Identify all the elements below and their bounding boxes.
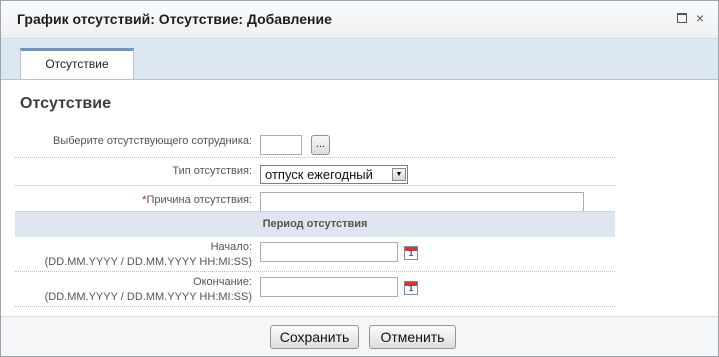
- maximize-icon[interactable]: [677, 13, 687, 23]
- employee-picker-button[interactable]: ...: [311, 135, 330, 155]
- close-icon[interactable]: ×: [695, 11, 705, 25]
- save-button[interactable]: Сохранить: [270, 325, 359, 349]
- dialog-window: График отсутствий: Отсутствие: Добавлени…: [0, 0, 719, 357]
- absence-type-selected: отпуск ежегодный: [265, 167, 373, 182]
- section-title: Отсутствие: [20, 95, 111, 112]
- end-date-input[interactable]: [260, 277, 398, 297]
- chevron-down-icon[interactable]: ▼: [392, 168, 406, 181]
- dialog-title: График отсутствий: Отсутствие: Добавлени…: [17, 11, 332, 27]
- reason-row: *Причина отсутствия:: [15, 186, 615, 212]
- calendar-icon[interactable]: 1: [404, 281, 418, 295]
- end-row: Окончание: (DD.MM.YYYY / DD.MM.YYYY HH:M…: [15, 272, 615, 307]
- calendar-icon[interactable]: 1: [404, 246, 418, 260]
- absence-type-row: Тип отсутствия: отпуск ежегодный ▼: [15, 158, 615, 186]
- start-row: Начало: (DD.MM.YYYY / DD.MM.YYYY HH:MI:S…: [15, 237, 615, 272]
- start-label: Начало: (DD.MM.YYYY / DD.MM.YYYY HH:MI:S…: [45, 240, 252, 270]
- employee-label: Выберите отсутствующего сотрудника:: [52, 135, 252, 147]
- end-label: Окончание: (DD.MM.YYYY / DD.MM.YYYY HH:M…: [45, 275, 252, 305]
- absence-type-label: Тип отсутствия:: [172, 165, 252, 177]
- tab-absence[interactable]: Отсутствие: [20, 48, 134, 79]
- period-header: Период отсутствия: [15, 211, 615, 237]
- start-date-input[interactable]: [260, 242, 398, 262]
- absence-type-select[interactable]: отпуск ежегодный ▼: [260, 165, 408, 184]
- cancel-button[interactable]: Отменить: [369, 325, 456, 349]
- end-format-hint: (DD.MM.YYYY / DD.MM.YYYY HH:MI:SS): [44, 291, 252, 303]
- end-label-text: Окончание:: [193, 276, 252, 288]
- tab-bar: Отсутствие: [1, 39, 718, 80]
- title-bar[interactable]: График отсутствий: Отсутствие: Добавлени…: [1, 1, 718, 39]
- start-label-text: Начало:: [210, 241, 252, 253]
- start-format-hint: (DD.MM.YYYY / DD.MM.YYYY HH:MI:SS): [44, 256, 252, 268]
- reason-label: *Причина отсутствия:: [142, 194, 252, 206]
- dialog-footer: Сохранить Отменить: [1, 316, 718, 356]
- reason-input[interactable]: [260, 192, 584, 212]
- employee-row: Выберите отсутствующего сотрудника: ...: [15, 129, 615, 158]
- employee-input[interactable]: [260, 135, 302, 155]
